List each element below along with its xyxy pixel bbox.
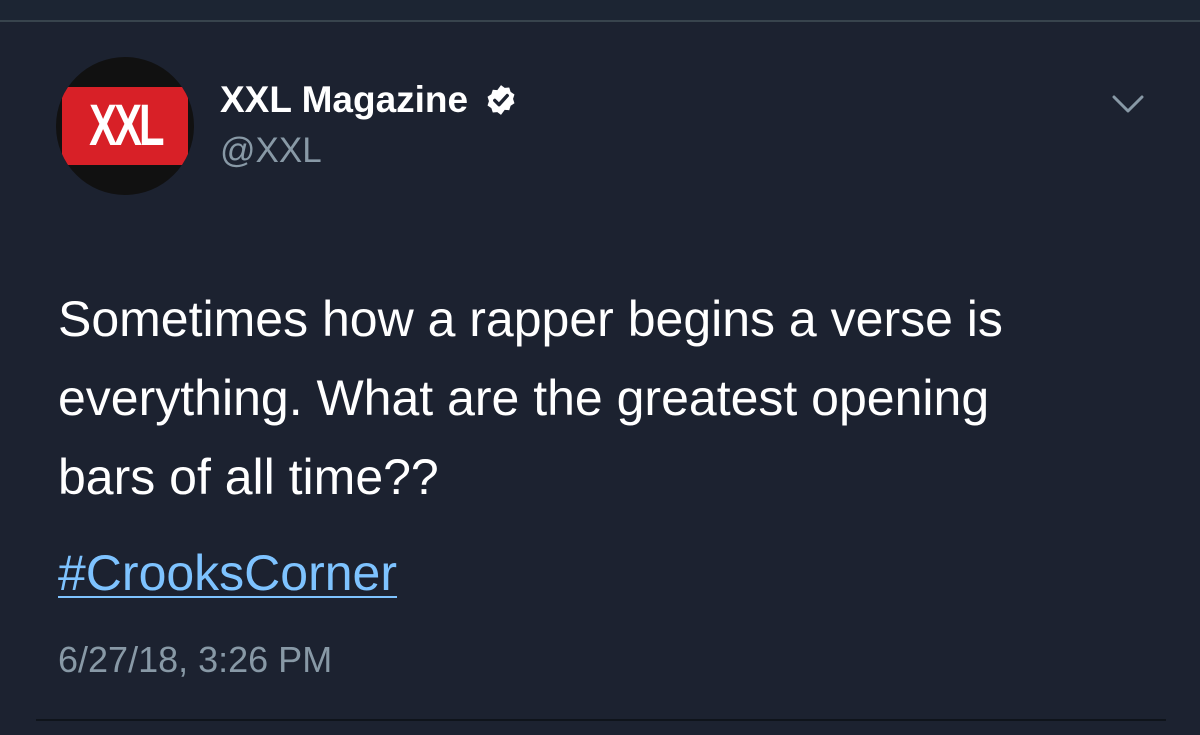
bottom-divider bbox=[36, 719, 1166, 721]
hashtag-link[interactable]: #CrooksCorner bbox=[58, 534, 397, 613]
display-name-text[interactable]: XXL Magazine bbox=[220, 78, 468, 122]
logo-text: XXL bbox=[88, 93, 164, 158]
user-handle[interactable]: @XXL bbox=[220, 130, 322, 172]
tweet-text: Sometimes how a rapper begins a verse is… bbox=[58, 280, 1158, 517]
avatar[interactable]: XXL bbox=[56, 57, 194, 195]
top-divider bbox=[0, 0, 1200, 22]
chevron-down-icon[interactable] bbox=[1110, 92, 1146, 116]
xxl-logo: XXL bbox=[62, 87, 188, 165]
tweet-timestamp[interactable]: 6/27/18, 3:26 PM bbox=[58, 636, 332, 684]
tweet-text-line: Sometimes how a rapper begins a verse is bbox=[58, 291, 1003, 347]
verified-badge-icon bbox=[487, 85, 515, 115]
display-name[interactable]: XXL Magazine bbox=[220, 78, 518, 122]
tweet-text-line: everything. What are the greatest openin… bbox=[58, 370, 990, 426]
tweet-text-line: bars of all time?? bbox=[58, 449, 439, 505]
